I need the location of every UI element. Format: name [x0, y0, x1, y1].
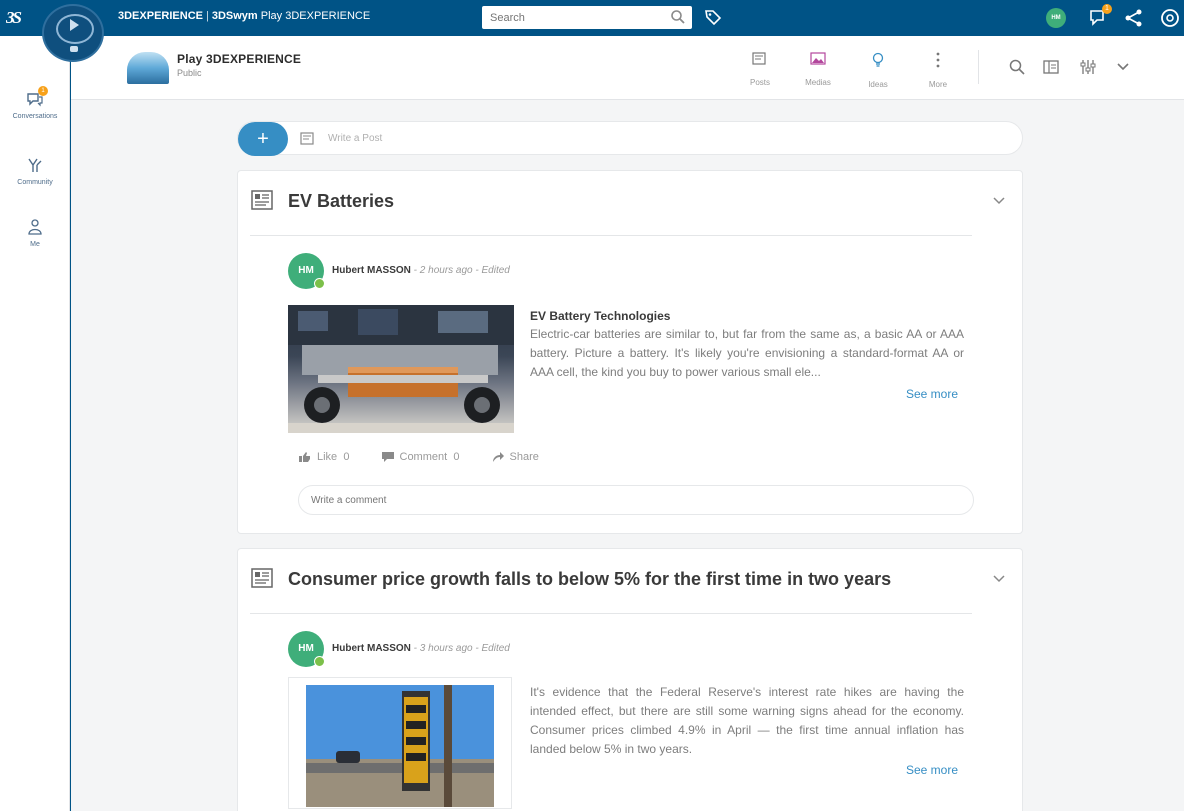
divider	[250, 235, 972, 236]
compass-icon[interactable]	[42, 4, 104, 62]
comment-input[interactable]	[299, 486, 899, 514]
author-line: Hubert MASSON - 3 hours ago - Edited	[332, 643, 510, 654]
sidebar-item-label: Me	[30, 241, 40, 248]
author-name[interactable]: Hubert MASSON	[332, 265, 411, 276]
comment-box	[298, 485, 974, 515]
post-card: EV Batteries HM Hubert MASSON - 2 hours …	[237, 170, 1023, 534]
community-visibility: Public	[177, 68, 202, 78]
tag-icon[interactable]	[704, 8, 722, 31]
online-status-icon	[314, 656, 325, 667]
comment-button[interactable]: Comment 0	[381, 451, 460, 463]
left-sidebar: 1 Conversations Community Me	[0, 36, 70, 811]
main-content: Play 3DEXPERIENCE Public Posts Medias Id…	[71, 36, 1184, 811]
community-header: Play 3DEXPERIENCE Public Posts Medias Id…	[71, 36, 1184, 100]
sidebar-item-community[interactable]: Community	[0, 156, 70, 186]
notification-badge: 1	[1102, 4, 1112, 14]
filter-icon[interactable]	[1079, 58, 1097, 81]
thumbs-up-icon	[299, 452, 310, 463]
add-post-button[interactable]: +	[238, 122, 288, 156]
new-post-bar: + Write a Post	[237, 121, 1023, 156]
tool-ideas[interactable]: Ideas	[853, 52, 903, 89]
like-button[interactable]: Like 0	[298, 451, 349, 463]
sidebar-item-label: Community	[17, 179, 53, 186]
tool-label: More	[928, 80, 948, 89]
more-icon	[936, 52, 940, 68]
chevron-down-icon[interactable]	[992, 571, 1006, 590]
tool-posts[interactable]: Posts	[735, 52, 785, 87]
post-meta: - 3 hours ago - Edited	[410, 643, 510, 654]
layout-icon[interactable]	[1042, 58, 1060, 81]
user-avatar[interactable]: HM	[1046, 8, 1066, 28]
post-icon	[250, 567, 274, 594]
help-icon[interactable]	[1160, 8, 1180, 33]
search-input[interactable]	[482, 6, 652, 29]
ds-logo-icon[interactable]: 3S	[5, 6, 36, 28]
svg-text:3S: 3S	[6, 8, 22, 27]
avatar[interactable]: HM	[288, 253, 325, 289]
share-icon[interactable]	[1124, 8, 1144, 33]
post-meta: - 2 hours ago - Edited	[410, 265, 510, 276]
article-image[interactable]	[306, 685, 494, 807]
post-card: Consumer price growth falls to below 5% …	[237, 548, 1023, 811]
tool-medias[interactable]: Medias	[793, 52, 843, 87]
article-image[interactable]	[288, 305, 514, 433]
comment-count: 0	[453, 451, 460, 463]
online-status-icon	[314, 278, 325, 289]
post-title[interactable]: EV Batteries	[288, 191, 394, 212]
avatar[interactable]: HM	[288, 631, 325, 667]
lightbulb-icon	[872, 52, 884, 67]
app-title: 3DEXPERIENCE | 3DSwym Play 3DEXPERIENCE	[118, 10, 371, 22]
tool-more[interactable]: More	[913, 52, 963, 89]
article-title[interactable]: EV Battery Technologies	[530, 309, 670, 323]
share-arrow-icon	[492, 452, 504, 463]
tool-label: Ideas	[868, 80, 888, 89]
post-type-icon	[300, 132, 316, 151]
chevron-down-icon[interactable]	[992, 193, 1006, 212]
tool-label: Medias	[805, 78, 831, 87]
chevron-down-icon[interactable]	[1115, 58, 1131, 79]
comment-icon	[381, 452, 394, 463]
user-icon	[28, 219, 42, 235]
article-excerpt: Electric-car batteries are similar to, b…	[530, 327, 964, 379]
header-divider	[978, 50, 979, 84]
top-bar: 3S 3DEXPERIENCE | 3DSwym Play 3DEXPERIENCE…	[0, 0, 1184, 62]
search-box	[482, 6, 692, 29]
like-count: 0	[343, 451, 350, 463]
divider	[250, 613, 972, 614]
community-icon	[28, 158, 42, 172]
sidebar-item-label: Conversations	[12, 113, 58, 120]
new-post-input[interactable]: Write a Post	[328, 133, 382, 144]
tool-label: Posts	[749, 78, 770, 87]
author-name[interactable]: Hubert MASSON	[332, 643, 411, 654]
image-icon	[810, 52, 826, 65]
post-actions: Like 0 Comment 0 Share	[298, 451, 567, 463]
article-excerpt: It's evidence that the Federal Reserve's…	[530, 685, 964, 756]
post-icon	[250, 189, 274, 216]
post-icon	[752, 52, 766, 65]
sidebar-item-me[interactable]: Me	[0, 218, 70, 248]
search-icon[interactable]	[670, 9, 686, 30]
see-more-link[interactable]: See more	[902, 387, 959, 401]
share-button[interactable]: Share	[491, 451, 539, 463]
author-line: Hubert MASSON - 2 hours ago - Edited	[332, 265, 510, 276]
community-title[interactable]: Play 3DEXPERIENCE	[177, 52, 301, 66]
conversations-badge: 1	[38, 86, 48, 96]
community-search-icon[interactable]	[1008, 58, 1026, 81]
post-title[interactable]: Consumer price growth falls to below 5% …	[288, 569, 891, 590]
see-more-link[interactable]: See more	[902, 763, 959, 777]
community-thumbnail[interactable]	[127, 52, 169, 84]
sidebar-item-conversations[interactable]: 1 Conversations	[0, 86, 70, 120]
